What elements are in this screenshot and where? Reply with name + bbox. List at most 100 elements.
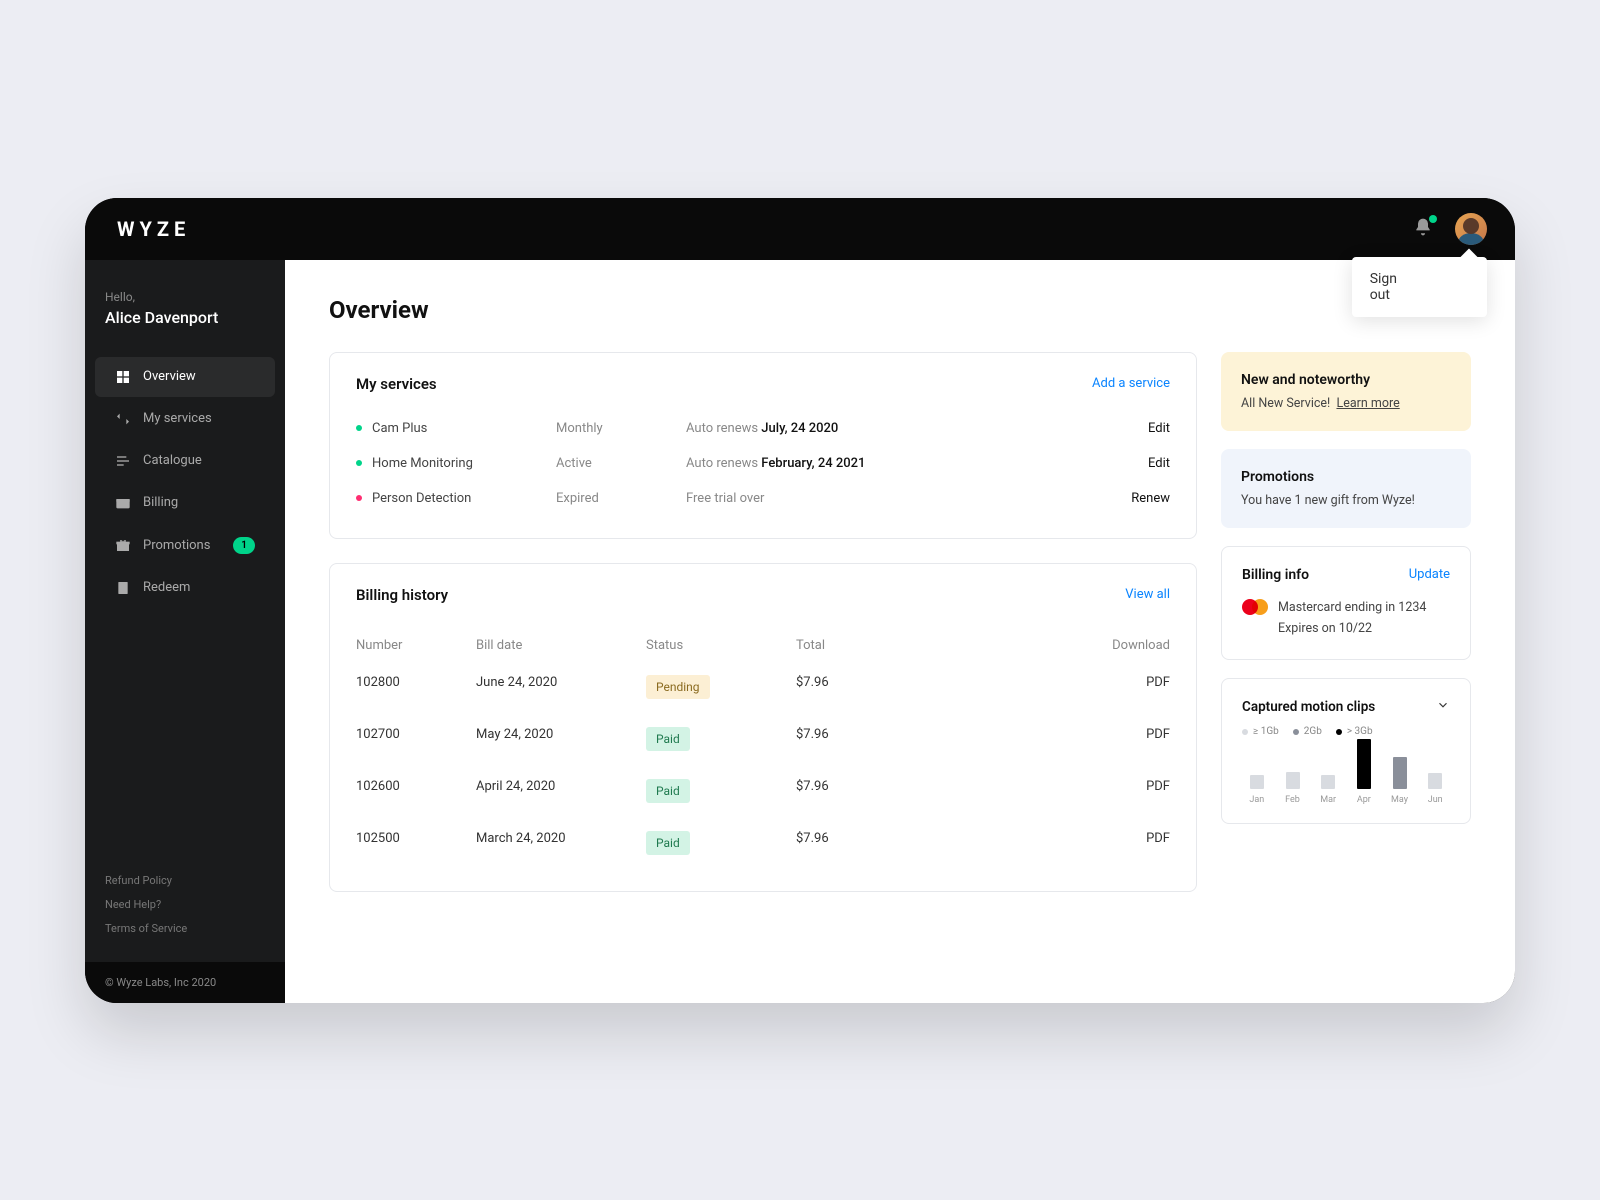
card-expiry: Expires on 10/22 (1278, 618, 1426, 639)
add-service-link[interactable]: Add a service (1092, 376, 1170, 391)
nav-label: Promotions (143, 538, 221, 553)
billing-row: 102700May 24, 2020Paid$7.96PDF (356, 713, 1170, 765)
col-total: Total (796, 638, 926, 653)
promotions-card: Promotions You have 1 new gift from Wyze… (1221, 449, 1471, 528)
bar (1357, 739, 1371, 789)
noteworthy-text: All New Service! (1241, 396, 1330, 411)
nav-label: My services (143, 411, 255, 426)
nav-billing[interactable]: Billing (95, 483, 275, 523)
user-name: Alice Davenport (105, 308, 265, 327)
view-all-link[interactable]: View all (1125, 587, 1170, 602)
bar-column: Apr (1349, 739, 1379, 805)
update-billing-link[interactable]: Update (1409, 567, 1450, 582)
noteworthy-card: New and noteworthy All New Service! Lear… (1221, 352, 1471, 431)
signout-menu-item[interactable]: Sign out (1352, 257, 1487, 317)
status-badge: Pending (646, 675, 710, 699)
col-download: Download (926, 638, 1170, 653)
copyright: © Wyze Labs, Inc 2020 (85, 962, 285, 1003)
footer-link[interactable]: Terms of Service (105, 917, 265, 941)
service-row: Home Monitoring ActiveAuto renews Februar… (356, 446, 1170, 481)
billing-info-title: Billing info (1242, 567, 1309, 583)
my-services-card: My services Add a service Cam PlusMonthl… (329, 352, 1197, 539)
notifications-button[interactable] (1413, 217, 1433, 241)
billing-history-card: Billing history View all Number Bill dat… (329, 563, 1197, 892)
bill-number: 102500 (356, 831, 476, 855)
service-status: Expired (556, 491, 686, 506)
bar (1250, 775, 1264, 789)
greeting-label: Hello, (105, 290, 265, 304)
legend-item: 2Gb (1293, 726, 1322, 737)
bill-date: April 24, 2020 (476, 779, 646, 803)
nav-catalogue[interactable]: Catalogue (95, 441, 275, 481)
bill-date: March 24, 2020 (476, 831, 646, 855)
avatar-button[interactable] (1455, 213, 1487, 245)
billing-info-card: Billing info Update Mastercard ending in… (1221, 546, 1471, 661)
bar-column: Jun (1420, 773, 1450, 805)
nav-promotions[interactable]: Promotions1 (95, 525, 275, 566)
bar-label: Apr (1357, 795, 1371, 805)
bill-date: June 24, 2020 (476, 675, 646, 699)
service-status: Active (556, 456, 686, 471)
chart-title: Captured motion clips (1242, 699, 1375, 715)
legend-dot-icon (1242, 729, 1248, 735)
bar-column: Jan (1242, 775, 1272, 805)
bill-total: $7.96 (796, 779, 926, 803)
download-pdf-link[interactable]: PDF (926, 675, 1170, 699)
bar (1428, 773, 1442, 789)
service-renewal: Auto renews July, 24 2020 (686, 421, 1090, 436)
bar-column: Mar (1313, 775, 1343, 805)
service-row: Person Detection ExpiredFree trial overRe… (356, 481, 1170, 516)
noteworthy-title: New and noteworthy (1241, 372, 1451, 388)
service-action-link[interactable]: Edit (1090, 421, 1170, 436)
status-dot-icon (356, 425, 362, 431)
bar (1393, 757, 1407, 789)
page-title: Overview (329, 296, 1471, 324)
service-renewal: Free trial over (686, 491, 1090, 506)
legend-label: ≥ 1Gb (1253, 726, 1279, 737)
legend-item: ≥ 1Gb (1242, 726, 1279, 737)
service-action-link[interactable]: Edit (1090, 456, 1170, 471)
motion-clips-card: Captured motion clips ≥ 1Gb2Gb> 3Gb JanF… (1221, 678, 1471, 824)
bar-label: Feb (1285, 795, 1300, 805)
card-line: Mastercard ending in 1234 (1278, 597, 1426, 618)
footer-link[interactable]: Need Help? (105, 893, 265, 917)
legend-dot-icon (1293, 729, 1299, 735)
status-badge: Paid (646, 831, 690, 855)
nav-redeem[interactable]: Redeem (95, 568, 275, 608)
download-pdf-link[interactable]: PDF (926, 779, 1170, 803)
nav-icon (115, 580, 131, 596)
service-name: Person Detection (372, 491, 471, 506)
billing-row: 102500March 24, 2020Paid $7.96PDF (356, 817, 1170, 869)
service-action-link[interactable]: Renew (1090, 491, 1170, 506)
chart-expand-button[interactable] (1436, 697, 1450, 716)
nav-label: Redeem (143, 580, 255, 595)
service-renewal: Auto renews February, 24 2021 (686, 456, 1090, 471)
download-pdf-link[interactable]: PDF (926, 727, 1170, 751)
bill-total: $7.96 (796, 727, 926, 751)
nav-label: Overview (143, 369, 255, 384)
footer-link[interactable]: Refund Policy (105, 869, 265, 893)
nav-icon (115, 495, 131, 511)
legend-dot-icon (1336, 729, 1342, 735)
billing-history-title: Billing history (356, 586, 448, 604)
bill-total: $7.96 (796, 675, 926, 699)
nav-icon (115, 411, 131, 427)
notification-dot-icon (1429, 215, 1437, 223)
bar-column: Feb (1278, 772, 1308, 805)
bar-column: May (1385, 757, 1415, 805)
bill-date: May 24, 2020 (476, 727, 646, 751)
service-row: Cam PlusMonthlyAuto renews July, 24 2020… (356, 411, 1170, 446)
learn-more-link[interactable]: Learn more (1336, 396, 1399, 411)
bill-number: 102600 (356, 779, 476, 803)
service-name: Cam Plus (372, 421, 427, 436)
bar-label: May (1391, 795, 1408, 805)
legend-label: 2Gb (1304, 726, 1322, 737)
mastercard-icon (1242, 599, 1268, 615)
service-name: Home Monitoring (372, 456, 473, 471)
nav-overview[interactable]: Overview (95, 357, 275, 397)
bill-total: $7.96 (796, 831, 926, 855)
download-pdf-link[interactable]: PDF (926, 831, 1170, 855)
bar-label: Jun (1428, 795, 1443, 805)
nav-my-services[interactable]: My services (95, 399, 275, 439)
brand-logo: WYZE (117, 217, 190, 241)
